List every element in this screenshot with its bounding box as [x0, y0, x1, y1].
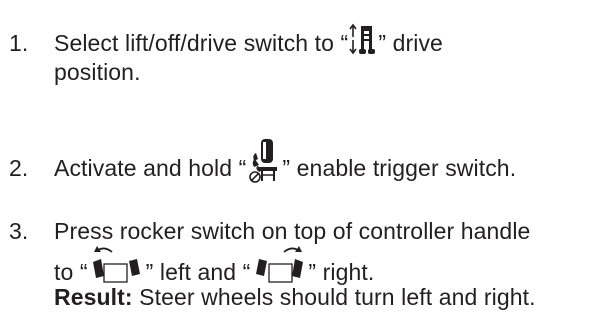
step-text-part: Select lift/off/drive switch to “ — [54, 30, 349, 56]
step-text-part: Activate and hold “ — [54, 155, 247, 181]
step-text-part: ” left and “ — [145, 259, 251, 285]
step-text-part: to “ — [54, 259, 88, 285]
step-text-part: ” right. — [308, 259, 375, 285]
step-number: 2. — [9, 155, 29, 181]
steer-right-icon — [250, 246, 308, 287]
step-text-part: ” enable trigger switch. — [282, 155, 517, 181]
step-text: Activate and hold “ ” enable trigger swi… — [54, 139, 599, 183]
step-number: 3. — [9, 218, 29, 244]
step-number: 1. — [9, 30, 29, 56]
drive-position-icon — [348, 22, 378, 55]
step-text-part: position. — [54, 59, 141, 85]
step-text-part: Press rocker switch on top of controller… — [54, 218, 531, 244]
result-label: Result: — [54, 284, 133, 310]
step-text: Select lift/off/drive switch to “ ” driv… — [54, 23, 599, 87]
step-text: Press rocker switch on top of controller… — [54, 217, 599, 312]
steer-left-icon — [88, 246, 146, 287]
result-text: Steer wheels should turn left and right. — [132, 284, 536, 310]
enable-trigger-icon — [246, 139, 282, 183]
step-text-part: ” drive — [378, 30, 443, 56]
